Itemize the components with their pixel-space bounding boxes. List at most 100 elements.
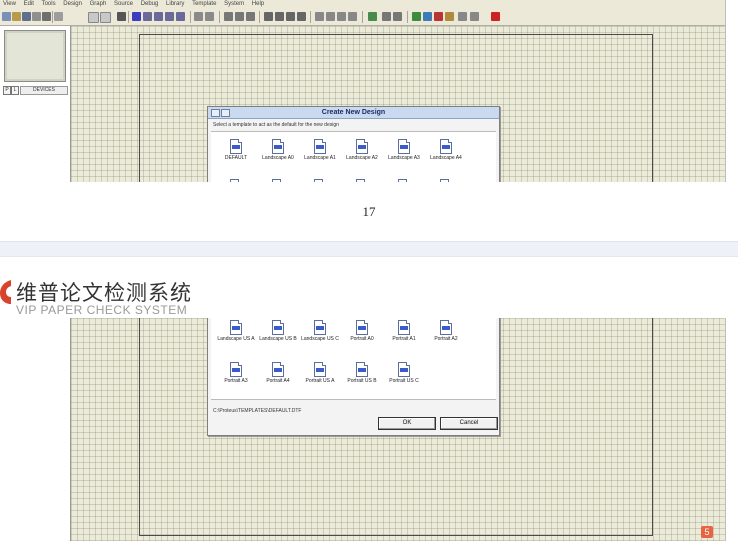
zoom-all-icon[interactable]	[165, 12, 174, 21]
menu-item-source[interactable]: Source	[114, 1, 133, 7]
template-item[interactable]: Landscape A1	[299, 139, 341, 161]
template-file-icon	[314, 139, 326, 154]
import-icon[interactable]	[32, 12, 41, 21]
template-file-icon	[356, 320, 368, 335]
page-number: 17	[362, 204, 376, 219]
exit-sheet-icon[interactable]	[434, 12, 443, 21]
block-rotate-icon[interactable]	[286, 12, 295, 21]
watermark-english-name: VIP PAPER CHECK SYSTEM	[16, 303, 188, 317]
template-item[interactable]: Landscape US C	[299, 320, 341, 342]
block-copy-icon[interactable]	[264, 12, 273, 21]
bill-of-materials-icon[interactable]	[458, 12, 467, 21]
menu-item-edit[interactable]: Edit	[24, 1, 34, 7]
decompose-icon[interactable]	[348, 12, 357, 21]
pan-icon[interactable]	[132, 12, 141, 21]
new-file-icon[interactable]	[2, 12, 11, 21]
template-item[interactable]: Portrait A3	[215, 362, 257, 384]
template-label: Portrait A3	[224, 378, 248, 384]
template-label: Landscape A0	[262, 155, 294, 161]
menu-item-graph[interactable]: Graph	[90, 1, 107, 7]
block-move-icon[interactable]	[275, 12, 284, 21]
template-item[interactable]: Landscape A3	[383, 139, 425, 161]
template-item[interactable]: Portrait A1	[383, 320, 425, 342]
open-file-icon[interactable]	[12, 12, 21, 21]
template-item[interactable]	[257, 179, 299, 182]
overview-window[interactable]	[4, 30, 66, 82]
menu-item-library[interactable]: Library	[166, 1, 184, 7]
template-label: Portrait A0	[350, 336, 374, 342]
template-item[interactable]	[215, 179, 257, 182]
print-icon[interactable]	[42, 12, 51, 21]
toolbar-separator	[190, 11, 191, 23]
netlist-to-ares-icon[interactable]	[491, 12, 500, 21]
template-path: C:\Proteus\TEMPLATES\DEFAULT.DTF	[213, 408, 302, 414]
electrical-check-icon[interactable]	[470, 12, 479, 21]
template-file-icon	[440, 179, 452, 182]
origin-icon[interactable]	[117, 12, 126, 21]
template-item[interactable]: Portrait A2	[425, 320, 467, 342]
block-delete-icon[interactable]	[297, 12, 306, 21]
grid-icon[interactable]	[100, 12, 111, 23]
template-item[interactable]: Landscape US B	[257, 320, 299, 342]
make-device-icon[interactable]	[326, 12, 335, 21]
redo-icon[interactable]	[205, 12, 214, 21]
template-file-icon	[230, 362, 242, 377]
device-selector-header: P L DEVICES	[3, 86, 68, 95]
template-item[interactable]: Portrait A0	[341, 320, 383, 342]
create-new-design-dialog: Landscape US A Landscape US B Landscape …	[207, 318, 500, 436]
cancel-button[interactable]: Cancel	[440, 417, 498, 430]
paste-icon[interactable]	[246, 12, 255, 21]
menu-item-design[interactable]: Design	[63, 1, 82, 7]
template-item[interactable]	[383, 179, 425, 182]
copy-icon[interactable]	[235, 12, 244, 21]
template-file-icon	[398, 320, 410, 335]
dialog-instruction: Select a template to act as the default …	[213, 122, 339, 128]
template-item[interactable]: Portrait US A	[299, 362, 341, 384]
template-item[interactable]: Portrait US C	[383, 362, 425, 384]
template-label: Landscape A4	[430, 155, 462, 161]
template-label: Landscape A3	[388, 155, 420, 161]
toolbar-separator	[259, 11, 260, 23]
menu-item-system[interactable]: System	[224, 1, 244, 7]
toolbar-separator	[407, 11, 408, 23]
zoom-in-icon[interactable]	[143, 12, 152, 21]
property-tool-icon[interactable]	[393, 12, 402, 21]
area-icon[interactable]	[54, 12, 63, 21]
pick-device-icon[interactable]	[315, 12, 324, 21]
menu-item-view[interactable]: View	[3, 1, 16, 7]
ime-tray-icon[interactable]: 5	[701, 526, 713, 538]
remove-sheet-icon[interactable]	[423, 12, 432, 21]
cut-icon[interactable]	[224, 12, 233, 21]
library-manager-button[interactable]: L	[11, 86, 19, 95]
template-file-icon	[398, 179, 410, 182]
menu-item-debug[interactable]: Debug	[141, 1, 159, 7]
pick-devices-button[interactable]: P	[3, 86, 11, 95]
menu-item-help[interactable]: Help	[252, 1, 264, 7]
wire-autorouter-icon[interactable]	[368, 12, 377, 21]
new-sheet-icon[interactable]	[412, 12, 421, 21]
zoom-child-icon[interactable]	[445, 12, 454, 21]
template-item[interactable]: Landscape A4	[425, 139, 467, 161]
template-file-icon	[398, 139, 410, 154]
template-item[interactable]: Landscape A0	[257, 139, 299, 161]
package-tool-icon[interactable]	[337, 12, 346, 21]
template-item[interactable]: DEFAULT	[215, 139, 257, 161]
template-item[interactable]	[299, 179, 341, 182]
template-file-icon	[440, 320, 452, 335]
menu-item-tools[interactable]: Tools	[42, 1, 56, 7]
template-item[interactable]: Portrait A4	[257, 362, 299, 384]
refresh-icon[interactable]	[88, 12, 99, 23]
template-item[interactable]: Portrait US B	[341, 362, 383, 384]
ok-button[interactable]: OK	[378, 417, 436, 430]
zoom-out-icon[interactable]	[154, 12, 163, 21]
save-icon[interactable]	[22, 12, 31, 21]
template-item[interactable]: Landscape US A	[215, 320, 257, 342]
template-item[interactable]: Landscape A2	[341, 139, 383, 161]
template-item[interactable]	[425, 179, 467, 182]
menu-item-template[interactable]: Template	[192, 1, 216, 7]
toolbar-separator	[52, 11, 53, 23]
zoom-area-icon[interactable]	[176, 12, 185, 21]
search-tag-icon[interactable]	[382, 12, 391, 21]
undo-icon[interactable]	[194, 12, 203, 21]
template-item[interactable]	[341, 179, 383, 182]
